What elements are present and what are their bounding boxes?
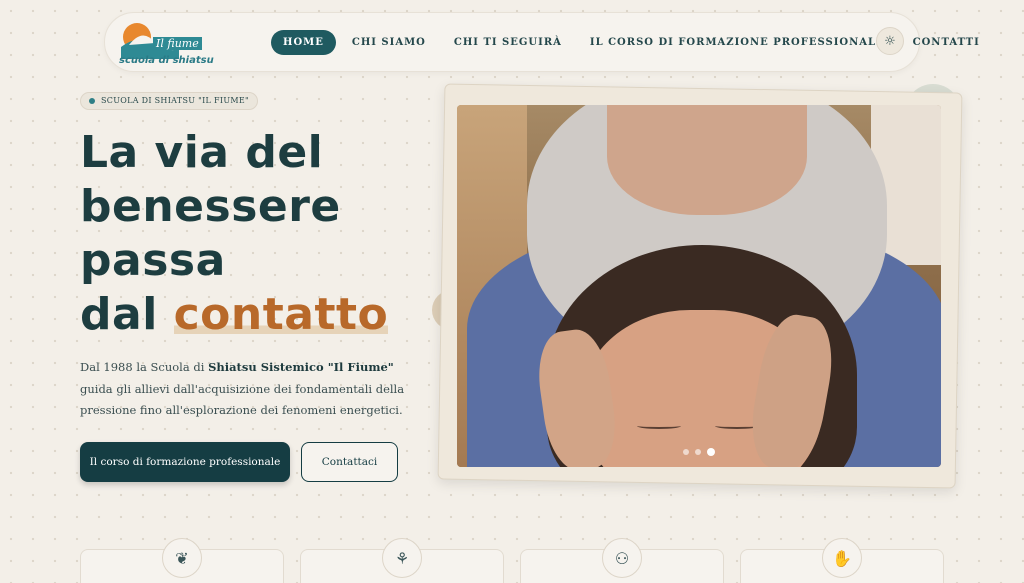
course-button[interactable]: Il corso di formazione professionale bbox=[80, 442, 290, 482]
carousel-dot-3[interactable] bbox=[707, 448, 715, 456]
people-icon: ⚇ bbox=[602, 538, 642, 578]
hero-title-accent: contatto bbox=[173, 289, 389, 340]
leaf-hand-icon: ❦ bbox=[162, 538, 202, 578]
hero-title-line4: dal contatto bbox=[80, 288, 440, 342]
hero-title: La via del benessere passa dal contatto bbox=[80, 126, 440, 342]
hero-desc-part2: guida gli allievi dall'acquisizione dei … bbox=[80, 381, 405, 418]
logo-text: scuola di shiatsu bbox=[119, 55, 214, 66]
logo-brand: Il fiume bbox=[153, 37, 202, 50]
hero-title-line2: benessere bbox=[80, 181, 341, 232]
sprout-icon: ⚘ bbox=[382, 538, 422, 578]
hero-badge: SCUOLA DI SHIATSU "IL FIUME" bbox=[80, 92, 258, 110]
hero-title-prefix: dal bbox=[80, 289, 174, 340]
nav-contatti[interactable]: CONTATTI bbox=[913, 31, 980, 54]
hero-photo bbox=[457, 105, 941, 467]
contact-button[interactable]: Contattaci bbox=[301, 442, 398, 482]
carousel-dot-1[interactable] bbox=[683, 449, 689, 455]
sun-icon: ☼ bbox=[884, 33, 896, 49]
carousel-dots bbox=[683, 448, 715, 456]
carousel-dot-2[interactable] bbox=[695, 449, 701, 455]
photo-eye-left bbox=[637, 423, 681, 429]
header-bar: Il fiume scuola di shiatsu HOME CHI SIAM… bbox=[104, 12, 979, 72]
school-logo[interactable]: Il fiume scuola di shiatsu bbox=[119, 19, 214, 69]
photo-elder-face bbox=[607, 105, 807, 215]
hand-wave-icon: ✋ bbox=[822, 538, 862, 578]
hero-desc-part1: Dal 1988 la Scuola di bbox=[80, 360, 209, 374]
nav-chi-ti-seguira[interactable]: CHI TI SEGUIRÀ bbox=[454, 31, 562, 54]
nav-corso-formazione[interactable]: IL CORSO DI FORMAZIONE PROFESSIONALE bbox=[590, 31, 885, 54]
hero-description: Dal 1988 la Scuola di Shiatsu Sistemico … bbox=[80, 357, 425, 422]
badge-dot bbox=[89, 98, 95, 104]
nav-chi-siamo[interactable]: CHI SIAMO bbox=[352, 31, 426, 54]
hero-desc-bold: Shiatsu Sistemico "Il Fiume" bbox=[208, 360, 394, 374]
hero-title-line1: La via del bbox=[80, 127, 324, 178]
hero-title-line3: passa bbox=[80, 235, 226, 286]
nav-home[interactable]: HOME bbox=[271, 30, 336, 55]
badge-label: SCUOLA DI SHIATSU "IL FIUME" bbox=[101, 96, 249, 105]
theme-toggle-button[interactable]: ☼ bbox=[876, 27, 904, 55]
